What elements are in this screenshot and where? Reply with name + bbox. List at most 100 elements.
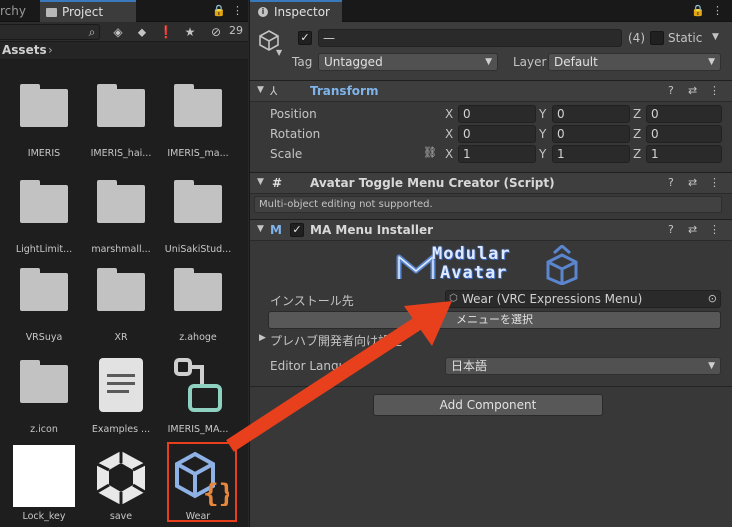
asset-folder[interactable]: IMERIS_ma...	[163, 82, 233, 170]
inspector-panel: i Inspector 🔒 ⋮ ▼ ✓ — (4) Static ▼ Tag U…	[249, 0, 732, 527]
object-picker-icon[interactable]: ⊙	[708, 291, 717, 307]
presets-icon[interactable]: ⇄	[688, 176, 697, 189]
breadcrumb-assets[interactable]: Assets	[2, 43, 47, 57]
tab-inspector[interactable]: i Inspector	[250, 0, 342, 22]
select-menu-button[interactable]: メニューを選択	[268, 311, 721, 329]
hidden-packages-count: 29	[229, 24, 243, 37]
asset-label: Examples ...	[91, 424, 151, 435]
help-icon[interactable]: ?	[668, 223, 674, 236]
axis-x-label: X	[445, 147, 454, 161]
static-checkbox[interactable]	[650, 31, 664, 45]
asset-folder[interactable]: VRSuya	[9, 266, 79, 354]
white-texture-thumbnail	[13, 445, 75, 507]
install-target-value: Wear (VRC Expressions Menu)	[462, 292, 643, 306]
rotation-label: Rotation	[270, 127, 321, 141]
tab-project[interactable]: Project	[40, 0, 136, 22]
help-icon[interactable]: ?	[668, 84, 674, 97]
presets-icon[interactable]: ⇄	[688, 223, 697, 236]
editor-language-value: 日本語	[451, 359, 488, 373]
foldout-arrow-icon[interactable]: ▼	[257, 85, 264, 95]
asset-label: IMERIS_ma...	[167, 148, 229, 159]
transform-icon: ⅄	[270, 84, 278, 98]
chevron-down-icon: ▼	[708, 361, 715, 371]
position-y-field[interactable]: 0	[552, 105, 630, 123]
help-icon[interactable]: ?	[668, 176, 674, 189]
info-icon: i	[258, 7, 268, 17]
warning-icon[interactable]: ❗	[158, 24, 174, 40]
position-x-field[interactable]: 0	[458, 105, 536, 123]
static-dropdown-icon[interactable]: ▼	[712, 32, 719, 42]
rotation-x-field[interactable]: 0	[458, 125, 536, 143]
folder-tab-icon	[46, 8, 57, 17]
asset-folder[interactable]: z.icon	[9, 358, 79, 446]
component-menu-icon[interactable]: ⋮	[709, 176, 720, 189]
scale-x-field[interactable]: 1	[458, 145, 536, 163]
asset-label: UniSakiStud...	[164, 244, 232, 255]
lock-icon[interactable]: 🔒	[212, 4, 226, 17]
filter-type-icon[interactable]: ◈	[110, 24, 126, 40]
expressions-menu-small-icon: ⬡	[449, 293, 458, 304]
folder-icon	[174, 84, 222, 127]
asset-folder[interactable]: LightLimit...	[9, 178, 79, 266]
favorite-star-icon[interactable]: ★	[182, 24, 198, 40]
foldout-right-arrow-icon[interactable]: ▶	[259, 333, 266, 343]
folder-icon	[20, 180, 68, 223]
install-target-label: インストール先	[270, 294, 354, 308]
asset-expressions-menu[interactable]: {} Wear	[163, 442, 237, 527]
component-menu-icon[interactable]: ⋮	[709, 223, 720, 236]
folder-icon	[174, 180, 222, 223]
layer-value: Default	[554, 55, 598, 69]
editor-language-dropdown[interactable]: 日本語 ▼	[445, 357, 721, 375]
transform-header[interactable]: ▼ ⅄ Transform ? ⇄ ⋮	[250, 80, 732, 102]
hidden-packages-icon[interactable]: ⊘	[208, 24, 224, 40]
toggle-menu-creator-title: Avatar Toggle Menu Creator (Script)	[310, 176, 555, 190]
foldout-arrow-icon[interactable]: ▼	[257, 177, 264, 187]
more-menu-icon[interactable]: ⋮	[712, 4, 723, 17]
asset-label: LightLimit...	[15, 244, 73, 255]
chevron-down-icon: ▼	[485, 57, 492, 67]
toggle-menu-creator-header[interactable]: ▼ # Avatar Toggle Menu Creator (Script) …	[250, 172, 732, 194]
rotation-y-field[interactable]: 0	[552, 125, 630, 143]
asset-folder[interactable]: z.ahoge	[163, 266, 233, 354]
tab-hierarchy[interactable]: rchy	[0, 0, 34, 22]
search-by-type-icon[interactable]: ⌕	[84, 24, 100, 40]
lock-icon[interactable]: 🔒	[691, 4, 705, 17]
asset-folder[interactable]: XR	[86, 266, 156, 354]
axis-z-label: Z	[633, 107, 642, 121]
filter-label-icon[interactable]: ⬥	[134, 24, 150, 40]
component-enabled-checkbox[interactable]: ✓	[290, 223, 304, 237]
project-toolbar: ⌕ ◈ ⬥ ❗ ★ ⊘ 29	[0, 22, 248, 42]
constrain-proportions-icon[interactable]: ⛓	[423, 146, 437, 159]
asset-folder[interactable]: IMERIS	[9, 82, 79, 170]
active-checkbox[interactable]: ✓	[298, 31, 312, 45]
asset-label: Lock_key	[22, 511, 66, 522]
name-field[interactable]: —	[318, 29, 622, 47]
document-icon	[99, 358, 143, 412]
component-menu-icon[interactable]: ⋮	[709, 84, 720, 97]
presets-icon[interactable]: ⇄	[688, 84, 697, 97]
icon-dropdown-icon[interactable]: ▼	[276, 48, 282, 57]
asset-folder[interactable]: marshmall...	[86, 178, 156, 266]
prefab-dev-settings-foldout[interactable]: プレハブ開発者向け設定	[270, 332, 402, 349]
asset-unity-file[interactable]: save	[86, 445, 156, 527]
tag-dropdown[interactable]: Untagged ▼	[318, 53, 498, 71]
foldout-arrow-icon[interactable]: ▼	[257, 224, 264, 234]
svg-text:{}: {}	[203, 479, 229, 506]
install-target-field[interactable]: ⬡ Wear (VRC Expressions Menu) ⊙	[445, 290, 721, 308]
asset-texture[interactable]: Lock_key	[9, 445, 79, 527]
folder-icon	[20, 268, 68, 311]
more-menu-icon[interactable]: ⋮	[232, 4, 243, 17]
ma-menu-installer-header[interactable]: ▼ M ✓ MA Menu Installer ? ⇄ ⋮	[250, 219, 732, 241]
ma-menu-installer-title: MA Menu Installer	[310, 223, 434, 237]
rotation-z-field[interactable]: 0	[646, 125, 722, 143]
scale-z-field[interactable]: 1	[646, 145, 722, 163]
layer-dropdown[interactable]: Default ▼	[548, 53, 721, 71]
add-component-button[interactable]: Add Component	[373, 394, 603, 416]
asset-folder[interactable]: IMERIS_hai...	[86, 82, 156, 170]
breadcrumb: Assets ›	[0, 42, 248, 60]
asset-document[interactable]: Examples ...	[86, 358, 156, 446]
position-z-field[interactable]: 0	[646, 105, 722, 123]
scale-y-field[interactable]: 1	[552, 145, 630, 163]
asset-prefab-variant[interactable]: IMERIS_MA...	[163, 358, 233, 446]
asset-folder[interactable]: UniSakiStud...	[163, 178, 233, 266]
